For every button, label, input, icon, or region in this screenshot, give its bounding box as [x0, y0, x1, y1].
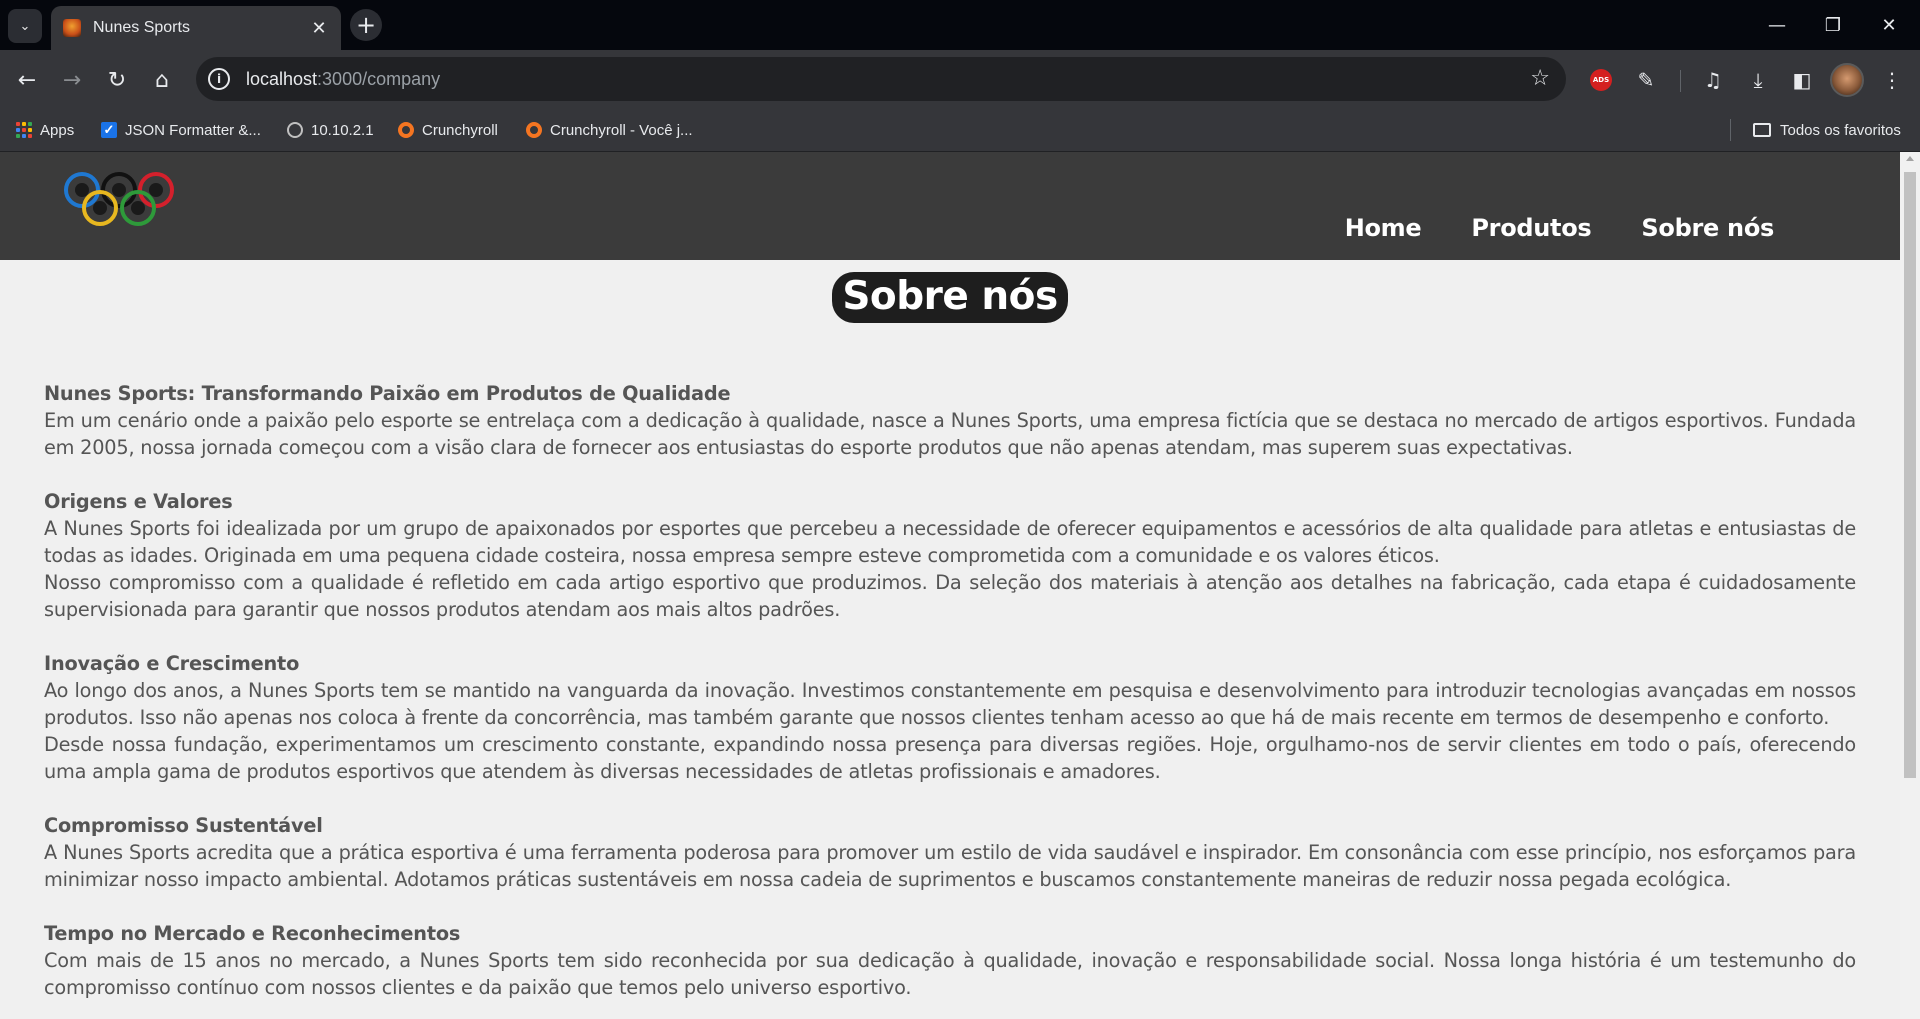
section-paragraph: A Nunes Sports foi idealizada por um gru…	[44, 517, 1856, 567]
download-icon[interactable]: ⤓	[1741, 63, 1775, 97]
home-icon[interactable]: ⌂	[145, 63, 179, 97]
toolbar-divider	[1680, 70, 1681, 92]
section-paragraph: Ao longo dos anos, a Nunes Sports tem se…	[44, 679, 1856, 729]
side-panel-icon[interactable]: ◧	[1785, 63, 1819, 97]
section-paragraph: Em um cenário onde a paixão pelo esporte…	[44, 409, 1856, 459]
bookmark-crunchyroll-voce[interactable]: Crunchyroll - Você j...	[526, 109, 693, 151]
minimize-icon[interactable]: —	[1754, 8, 1800, 42]
scrollbar-thumb[interactable]	[1904, 172, 1916, 778]
bookmark-label: Crunchyroll	[422, 121, 498, 139]
url-host: localhost	[246, 68, 318, 89]
tab-title: Nunes Sports	[93, 19, 190, 36]
bookmarks-divider	[1730, 119, 1731, 141]
browser-toolbar: ← → ↻ ⌂ i localhost:3000/company ☆ ADS ✎…	[0, 50, 1920, 109]
browser-menu-icon[interactable]: ⋮	[1875, 63, 1909, 97]
media-controls-icon[interactable]: ♫	[1696, 63, 1730, 97]
section-paragraph: Nosso compromisso com a qualidade é refl…	[44, 571, 1856, 621]
checkbox-icon: ✓	[101, 122, 117, 138]
section-compromisso-sustentavel: Compromisso Sustentável A Nunes Sports a…	[44, 812, 1856, 893]
url-path: :3000/company	[317, 68, 441, 89]
section-paragraph: A Nunes Sports acredita que a prática es…	[44, 841, 1856, 891]
section-origens-valores: Origens e Valores A Nunes Sports foi ide…	[44, 488, 1856, 623]
new-tab-plus-icon[interactable]: +	[350, 9, 382, 41]
tab-search-chevron-icon[interactable]: ⌄	[8, 9, 42, 43]
section-inovacao-crescimento: Inovação e Crescimento Ao longo dos anos…	[44, 650, 1856, 785]
bookmark-10-10-2-1[interactable]: 10.10.2.1	[287, 109, 374, 151]
url-text[interactable]: localhost:3000/company	[246, 69, 440, 90]
tab-close-icon[interactable]: ✕	[307, 16, 331, 40]
about-content: Nunes Sports: Transformando Paixão em Pr…	[44, 380, 1856, 1019]
main-nav: Home Produtos Sobre nós	[1345, 214, 1775, 242]
crunchyroll-icon	[398, 122, 414, 138]
bookmark-star-icon[interactable]: ☆	[1530, 66, 1550, 91]
section-paragraph: Com mais de 15 anos no mercado, a Nunes …	[44, 949, 1856, 999]
olympic-rings-logo-icon[interactable]	[62, 168, 182, 230]
all-bookmarks-folder[interactable]: Todos os favoritos	[1752, 109, 1901, 151]
site-favicon-icon	[63, 19, 81, 37]
site-info-icon[interactable]: i	[208, 68, 230, 90]
address-bar[interactable]: i localhost:3000/company ☆	[196, 57, 1566, 101]
window-close-icon[interactable]: ✕	[1866, 8, 1912, 42]
all-bookmarks-label: Todos os favoritos	[1780, 121, 1901, 139]
extensions-puzzle-icon[interactable]: ✎	[1629, 63, 1663, 97]
page-title-wrap: Sobre nós	[0, 272, 1900, 323]
page-title: Sobre nós	[832, 272, 1068, 323]
bookmark-apps[interactable]: Apps	[16, 109, 74, 151]
section-heading: Compromisso Sustentável	[44, 814, 323, 837]
globe-icon	[287, 122, 303, 138]
restore-icon[interactable]: ❐	[1810, 8, 1856, 42]
browser-tabstrip: ⌄ Nunes Sports ✕ + — ❐ ✕	[0, 0, 1920, 50]
section-heading: Nunes Sports: Transformando Paixão em Pr…	[44, 382, 731, 405]
nav-produtos-link[interactable]: Produtos	[1471, 214, 1591, 242]
crunchyroll-icon	[526, 122, 542, 138]
nav-sobre-nos-link[interactable]: Sobre nós	[1641, 214, 1774, 242]
page-viewport: Home Produtos Sobre nós Sobre nós Nunes …	[0, 152, 1900, 1019]
page-scrollbar[interactable]	[1900, 152, 1920, 1019]
adblock-extension-icon[interactable]: ADS	[1584, 63, 1618, 97]
tab-nunes-sports[interactable]: Nunes Sports ✕	[51, 6, 341, 50]
section-intro: Nunes Sports: Transformando Paixão em Pr…	[44, 380, 1856, 461]
site-header: Home Produtos Sobre nós	[0, 152, 1900, 260]
nav-home-link[interactable]: Home	[1345, 214, 1422, 242]
section-heading: Inovação e Crescimento	[44, 652, 300, 675]
back-arrow-icon[interactable]: ←	[10, 63, 44, 97]
bookmark-json-formatter[interactable]: ✓ JSON Formatter &...	[101, 109, 261, 151]
bookmark-crunchyroll[interactable]: Crunchyroll	[398, 109, 498, 151]
bookmarks-bar: Apps ✓ JSON Formatter &... 10.10.2.1 Cru…	[0, 109, 1920, 152]
section-paragraph: Desde nossa fundação, experimentamos um …	[44, 733, 1856, 783]
bookmark-label: Crunchyroll - Você j...	[550, 121, 693, 139]
scroll-up-arrow-icon[interactable]	[1906, 156, 1914, 161]
bookmark-label: 10.10.2.1	[311, 121, 374, 139]
section-heading: Origens e Valores	[44, 490, 233, 513]
reload-icon[interactable]: ↻	[100, 63, 134, 97]
section-tempo-mercado: Tempo no Mercado e Reconhecimentos Com m…	[44, 920, 1856, 1001]
forward-arrow-icon[interactable]: →	[55, 63, 89, 97]
section-heading: Tempo no Mercado e Reconhecimentos	[44, 922, 461, 945]
profile-avatar[interactable]	[1830, 63, 1864, 97]
bookmark-label: Apps	[40, 121, 75, 139]
apps-grid-icon	[16, 122, 32, 138]
folder-icon	[1752, 122, 1772, 138]
bookmark-label: JSON Formatter &...	[125, 121, 261, 139]
